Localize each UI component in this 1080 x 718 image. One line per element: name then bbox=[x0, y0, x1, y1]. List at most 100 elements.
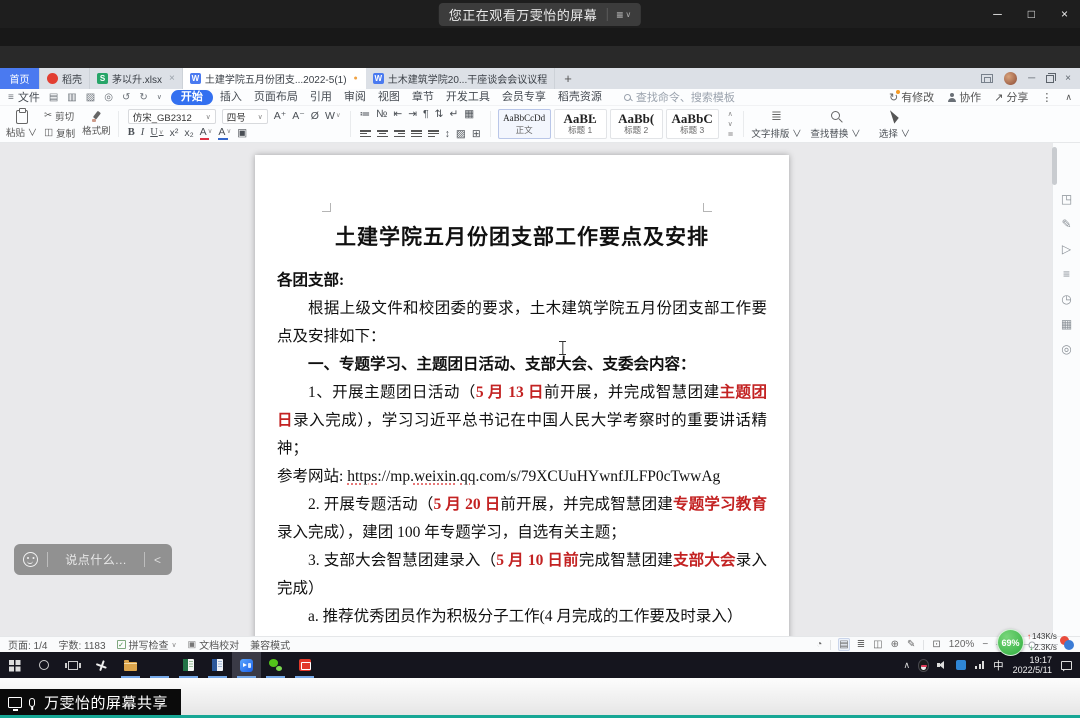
style-标题 3[interactable]: AaBbC标题 3 bbox=[666, 109, 719, 139]
menu-开始[interactable]: 开始 bbox=[171, 90, 213, 105]
bold-button[interactable]: B bbox=[128, 128, 135, 139]
close-button[interactable]: × bbox=[1061, 7, 1068, 21]
speed-ball-icon[interactable] bbox=[1060, 636, 1074, 650]
banner-menu-button[interactable]: ≡ ∨ bbox=[616, 8, 631, 22]
wrap-button[interactable]: ↵ bbox=[449, 109, 458, 120]
redo-icon[interactable]: ↻ bbox=[139, 92, 147, 103]
network-signal-icon[interactable] bbox=[975, 661, 984, 669]
italic-button[interactable]: I bbox=[141, 128, 145, 139]
distributed-button[interactable]: ▦ bbox=[464, 109, 474, 120]
modified-status[interactable]: ↻ 有修改 bbox=[889, 89, 934, 105]
adjust-icon[interactable]: ≡ bbox=[1063, 268, 1070, 280]
toolbar-more-icon[interactable]: ∨ bbox=[157, 93, 162, 101]
copy-button[interactable]: ◫复制 bbox=[44, 126, 75, 140]
clock[interactable]: 19:17 2022/5/11 bbox=[1013, 655, 1052, 675]
menu-会员专享[interactable]: 会员专享 bbox=[497, 90, 551, 105]
menu-章节[interactable]: 章节 bbox=[407, 90, 439, 105]
taskbar-file-explorer[interactable] bbox=[116, 652, 145, 678]
numbering-button[interactable]: № bbox=[376, 109, 387, 120]
typeset-button[interactable]: ≣ 文字排版 ∨ bbox=[751, 108, 803, 140]
tab-home-0[interactable]: 首页 bbox=[0, 68, 40, 89]
menu-稻壳资源[interactable]: 稻壳资源 bbox=[553, 90, 607, 105]
proofing-button[interactable]: ▣ 文档校对 bbox=[188, 637, 240, 652]
distribute-button[interactable] bbox=[428, 130, 439, 137]
notification-center-icon[interactable] bbox=[1061, 661, 1072, 670]
gallery-up-icon[interactable]: ∧ bbox=[728, 110, 734, 118]
line-spacing-button[interactable]: ↕ bbox=[445, 129, 450, 140]
taskbar-wechat[interactable] bbox=[261, 652, 290, 678]
taskbar-document-app[interactable] bbox=[203, 652, 232, 678]
page-view-icon[interactable]: ▤ bbox=[839, 639, 848, 650]
qq-icon[interactable] bbox=[919, 660, 928, 671]
format-painter-button[interactable]: 格式刷 bbox=[82, 111, 111, 137]
chat-collapse-button[interactable]: < bbox=[154, 553, 163, 567]
menu-视图[interactable]: 视图 bbox=[373, 90, 405, 105]
collapse-ribbon-icon[interactable]: ∧ bbox=[1065, 92, 1072, 103]
paste-button[interactable]: 粘贴 ∨ bbox=[6, 110, 37, 139]
collaborate-button[interactable]: 协作 bbox=[947, 89, 981, 105]
app-close-button[interactable]: × bbox=[1065, 73, 1071, 84]
zoom-out-icon[interactable]: − bbox=[982, 639, 988, 650]
taskbar-task-view[interactable] bbox=[58, 652, 87, 678]
style-正文[interactable]: AaBbCcDd正文 bbox=[498, 109, 551, 139]
shrink-font-button[interactable]: A⁻ bbox=[292, 111, 305, 122]
align-left-button[interactable] bbox=[360, 130, 371, 137]
app-minimize-button[interactable]: ─ bbox=[1028, 73, 1035, 84]
shading-button[interactable]: ▨ bbox=[456, 129, 466, 140]
taskbar-search[interactable] bbox=[29, 652, 58, 678]
borders-button[interactable]: ⊞ bbox=[472, 129, 481, 140]
taskbar-pinwheel-app[interactable] bbox=[87, 652, 116, 678]
tray-chevron-icon[interactable]: ∧ bbox=[904, 660, 911, 671]
cut-button[interactable]: ✂剪切 bbox=[44, 109, 75, 123]
preview-icon[interactable]: ◎ bbox=[104, 92, 113, 103]
two-page-view-icon[interactable]: ◫ bbox=[873, 639, 882, 650]
export-icon[interactable]: ▥ bbox=[67, 92, 76, 103]
find-replace-button[interactable]: 查找替换 ∨ bbox=[810, 108, 862, 140]
font-size-select[interactable]: 四号∨ bbox=[222, 109, 268, 124]
style-标题 2[interactable]: AaBb(标题 2 bbox=[610, 109, 663, 139]
font-name-select[interactable]: 仿宋_GB2312∨ bbox=[128, 109, 216, 124]
clear-format-button[interactable]: Ø bbox=[311, 111, 319, 122]
subscript-button[interactable]: x₂ bbox=[184, 128, 193, 139]
highlight-color-button[interactable]: A∨ bbox=[200, 127, 213, 140]
menu-引用[interactable]: 引用 bbox=[305, 90, 337, 105]
select-arrow-icon[interactable]: ▷ bbox=[1062, 243, 1071, 255]
save-icon[interactable]: ▤ bbox=[49, 92, 58, 103]
style-标题 1[interactable]: AaBĿ标题 1 bbox=[554, 109, 607, 139]
taskbar-red-app[interactable] bbox=[290, 652, 319, 678]
location-icon[interactable]: ◎ bbox=[1061, 343, 1071, 355]
text-effects-button[interactable]: W∨ bbox=[325, 111, 341, 122]
gallery-down-icon[interactable]: ∨ bbox=[728, 120, 734, 128]
stamp-icon[interactable]: ◳ bbox=[1061, 193, 1072, 205]
taskbar-spreadsheet-app[interactable] bbox=[174, 652, 203, 678]
font-color-button[interactable]: A∨ bbox=[218, 127, 231, 140]
align-right-button[interactable] bbox=[394, 130, 405, 137]
ime-indicator[interactable]: 中 bbox=[993, 658, 1004, 673]
fit-page-icon[interactable]: ⊡ bbox=[932, 639, 940, 650]
character-border-button[interactable]: ▣ bbox=[237, 128, 247, 139]
tab-doc-3[interactable]: W土建学院五月份团支...2022-5(1)● bbox=[183, 68, 366, 89]
superscript-button[interactable]: x² bbox=[170, 128, 179, 139]
app-restore-button[interactable] bbox=[1046, 75, 1054, 83]
pen-icon[interactable]: ✎ bbox=[1061, 218, 1071, 230]
gallery-more-icon[interactable]: ≣ bbox=[728, 130, 734, 138]
spell-check-toggle[interactable]: ✓ 拼写检查 ∨ bbox=[117, 637, 177, 652]
chat-input[interactable]: 说点什么... bbox=[57, 551, 135, 568]
file-menu[interactable]: ≡ 文件 bbox=[8, 89, 40, 105]
maximize-button[interactable]: □ bbox=[1028, 7, 1035, 21]
taskbar-meeting-app[interactable] bbox=[232, 652, 261, 678]
eye-protect-icon[interactable]: ◔ bbox=[816, 639, 822, 650]
vertical-scrollbar[interactable] bbox=[1052, 147, 1057, 185]
print-icon[interactable]: ▨ bbox=[86, 92, 95, 103]
select-button[interactable]: 选择 ∨ bbox=[869, 108, 921, 140]
taskbar-browser[interactable] bbox=[145, 652, 174, 678]
share-button[interactable]: ↗ 分享 bbox=[994, 89, 1028, 105]
sort-button[interactable]: ⇅ bbox=[435, 109, 444, 120]
avatar[interactable] bbox=[1004, 72, 1017, 85]
emoji-icon[interactable] bbox=[23, 552, 38, 567]
menu-审阅[interactable]: 审阅 bbox=[339, 90, 371, 105]
justify-button[interactable] bbox=[411, 130, 422, 137]
tab-close-icon[interactable]: × bbox=[169, 73, 175, 84]
app-tray-icon[interactable] bbox=[956, 660, 966, 670]
tab-sheet-2[interactable]: S茅以升.xlsx× bbox=[90, 68, 183, 89]
